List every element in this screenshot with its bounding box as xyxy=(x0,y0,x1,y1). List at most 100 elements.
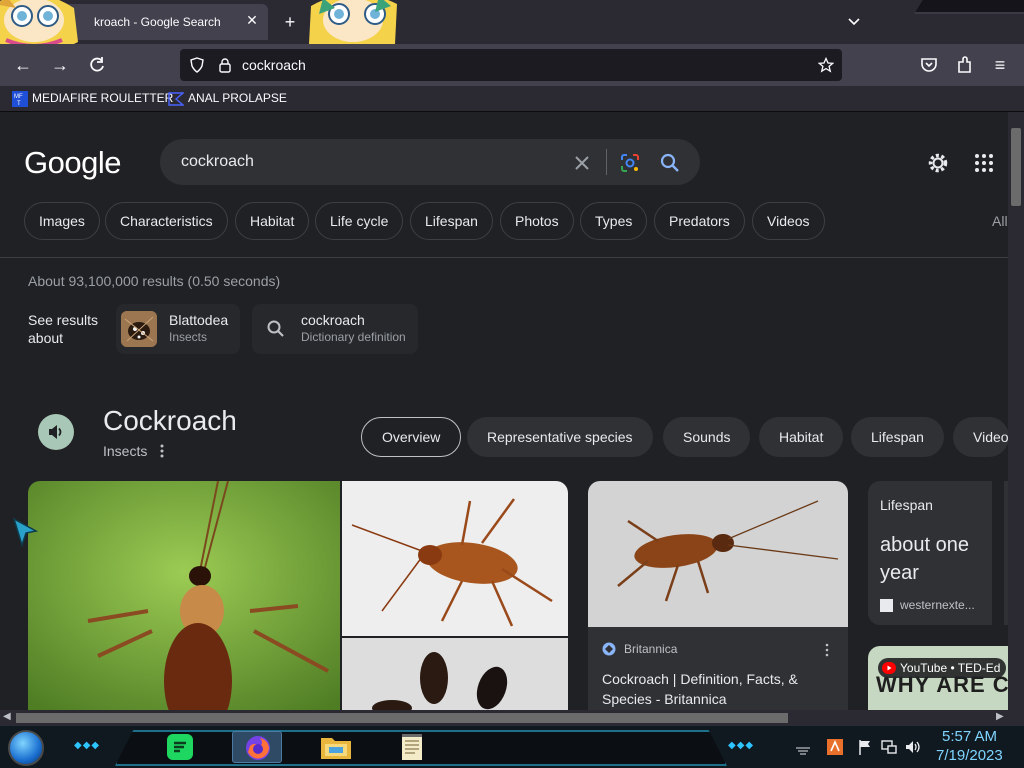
filter-chip-habitat[interactable]: Habitat xyxy=(235,202,310,240)
result-stats: About 93,100,000 results (0.50 seconds) xyxy=(28,273,281,289)
britannica-result-card[interactable]: Britannica Cockroach | Definition, Facts… xyxy=(588,627,848,710)
scroll-left-arrow-icon[interactable]: ◀ xyxy=(3,711,11,722)
entity-chip-dictionary[interactable]: cockroach Dictionary definition xyxy=(252,304,418,354)
action-center-flag-icon[interactable] xyxy=(856,738,874,756)
cockroach-photo-white-background[interactable] xyxy=(342,481,568,636)
google-lens-icon[interactable] xyxy=(618,151,642,175)
show-hidden-icons-icon[interactable] xyxy=(794,738,812,756)
fact-value: about one year xyxy=(880,534,969,584)
bookmark-star-icon[interactable] xyxy=(818,57,834,73)
video-source-label: YouTube • TED-Ed xyxy=(900,661,1001,675)
settings-gear-icon[interactable] xyxy=(926,151,950,175)
bookmark-label: ANAL PROLAPSE xyxy=(188,91,287,106)
vertical-scroll-thumb[interactable] xyxy=(1011,128,1021,206)
kp-tab-overview[interactable]: Overview xyxy=(361,417,462,457)
tracking-protection-shield-icon[interactable] xyxy=(189,57,205,73)
entity-chip-blattodea[interactable]: Blattodea Insects xyxy=(116,304,240,354)
pronunciation-speaker-button[interactable] xyxy=(38,414,74,450)
taskbar-app-notepad[interactable] xyxy=(388,731,438,763)
google-results-page: Google cockroach Images Characteristics … xyxy=(0,112,1008,710)
bookmark-item[interactable]: ANAL PROLAPSE xyxy=(168,91,287,107)
lock-icon[interactable] xyxy=(217,57,233,73)
extensions-puzzle-icon[interactable] xyxy=(954,54,976,76)
vertical-scrollbar[interactable] xyxy=(1008,112,1024,710)
forward-icon[interactable]: → xyxy=(49,54,71,76)
start-button[interactable] xyxy=(8,730,44,766)
list-all-tabs-icon[interactable] xyxy=(846,14,862,30)
blattodea-thumbnail xyxy=(121,311,157,347)
screen: kroach - Google Search ✕ + ← → cockroach… xyxy=(0,0,1024,768)
reload-icon[interactable] xyxy=(86,54,108,76)
filter-chip-types[interactable]: Types xyxy=(580,202,648,240)
clock-date[interactable]: 7/19/2023 xyxy=(936,747,1003,764)
taskbar-deco-icon: ◆◆◆ xyxy=(74,740,101,751)
filter-chip-videos[interactable]: Videos xyxy=(752,202,825,240)
network-icon[interactable] xyxy=(880,738,898,756)
see-results-about-label: See results about xyxy=(28,312,99,346)
app-menu-hamburger-icon[interactable]: ≡ xyxy=(989,54,1011,76)
google-logo[interactable]: Google xyxy=(24,145,121,181)
pocket-icon[interactable] xyxy=(918,54,940,76)
folder-icon xyxy=(321,738,351,759)
cockroach-species-photo[interactable] xyxy=(342,638,568,710)
svg-text:T: T xyxy=(17,101,21,107)
search-icon xyxy=(267,320,284,337)
kp-tab-video[interactable]: Video xyxy=(953,417,1008,457)
google-apps-grid-icon[interactable] xyxy=(972,151,996,175)
scroll-right-arrow-icon[interactable]: ▶ xyxy=(996,711,1004,722)
filter-chip-life-cycle[interactable]: Life cycle xyxy=(315,202,404,240)
address-bar[interactable]: cockroach xyxy=(180,49,842,81)
search-box[interactable]: cockroach xyxy=(160,139,700,185)
clock-time[interactable]: 5:57 AM xyxy=(942,728,997,745)
horizontal-scrollbar[interactable]: ◀ ▶ xyxy=(0,710,1024,726)
volume-icon[interactable] xyxy=(904,738,922,756)
tab-title: kroach - Google Search xyxy=(94,15,221,29)
kp-tab-lifespan[interactable]: Lifespan xyxy=(851,417,944,457)
horizontal-scroll-thumb[interactable] xyxy=(16,713,788,723)
search-divider xyxy=(606,149,607,175)
browser-tab-strip: kroach - Google Search ✕ + xyxy=(0,0,1024,55)
back-icon[interactable]: ← xyxy=(12,54,34,76)
filter-chip-images[interactable]: Images xyxy=(24,202,100,240)
fact-source[interactable]: westernexte... xyxy=(900,598,975,612)
more-options-icon[interactable] xyxy=(824,643,830,657)
filter-chip-lifespan[interactable]: Lifespan xyxy=(410,202,493,240)
lifespan-fact-card[interactable]: Lifespan about one year westernexte... xyxy=(868,481,992,625)
filter-chip-characteristics[interactable]: Characteristics xyxy=(105,202,228,240)
kp-tab-representative-species[interactable]: Representative species xyxy=(467,417,653,457)
entity-subtitle: Insects xyxy=(169,330,208,344)
search-input[interactable]: cockroach xyxy=(181,153,254,171)
filter-tab-all[interactable]: All xyxy=(992,213,1008,229)
bookmark-item[interactable]: MF T MEDIAFIRE ROULETTER xyxy=(12,91,173,107)
entity-title: cockroach xyxy=(301,312,365,328)
filter-chip-photos[interactable]: Photos xyxy=(500,202,574,240)
taskbar-app-file-explorer[interactable] xyxy=(312,731,362,763)
search-icon[interactable] xyxy=(658,151,682,175)
entity-title: Blattodea xyxy=(169,312,229,328)
kp-tab-habitat[interactable]: Habitat xyxy=(759,417,844,457)
taskbar-app-notes[interactable] xyxy=(156,731,206,763)
more-options-icon[interactable] xyxy=(158,443,166,459)
firefox-icon xyxy=(246,736,270,760)
clear-search-icon[interactable] xyxy=(570,151,594,175)
result-source-name: Britannica xyxy=(624,642,678,656)
result-title-link[interactable]: Cockroach | Definition, Facts, & Species… xyxy=(602,669,822,709)
knowledge-panel-title: Cockroach xyxy=(103,405,237,436)
new-tab-button[interactable]: + xyxy=(280,12,300,32)
browser-toolbar: ← → cockroach ≡ xyxy=(0,44,1024,86)
svg-text:MF: MF xyxy=(14,94,23,100)
kp-tab-sounds[interactable]: Sounds xyxy=(663,417,751,457)
taskbar-deco-icon: ◆◆◆ xyxy=(728,740,755,751)
app-tray-icon[interactable] xyxy=(826,738,844,756)
tab-close-icon[interactable]: ✕ xyxy=(244,12,260,28)
ted-ed-video-card[interactable]: WHY ARE COCKROACHES YouTube • TED-Ed xyxy=(868,646,1008,710)
britannica-cockroach-photo[interactable] xyxy=(588,481,848,627)
fact-label: Lifespan xyxy=(880,497,933,513)
mouse-cursor-icon xyxy=(12,517,38,547)
filter-chip-predators[interactable]: Predators xyxy=(654,202,745,240)
video-source-badge: YouTube • TED-Ed xyxy=(878,658,1007,678)
bookmark-folder-icon xyxy=(168,92,184,106)
cockroach-photo-green-background[interactable] xyxy=(28,481,340,710)
taskbar-app-firefox[interactable] xyxy=(232,731,282,763)
url-text: cockroach xyxy=(242,57,306,73)
